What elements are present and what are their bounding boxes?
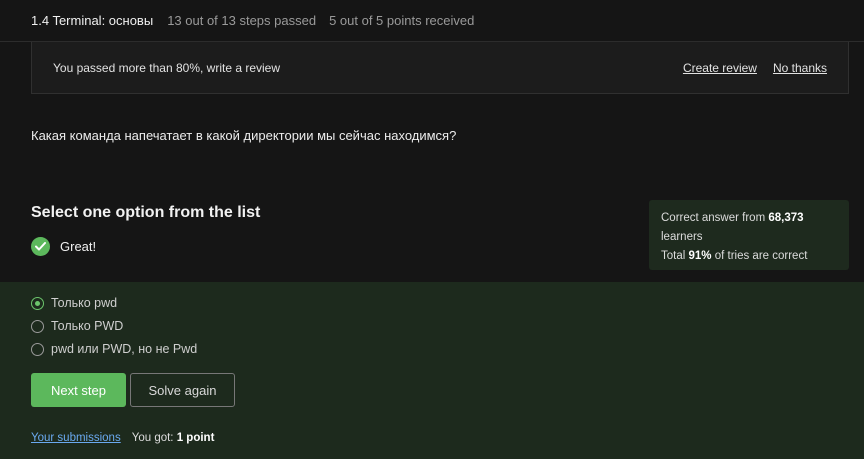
review-message: You passed more than 80%, write a review <box>53 60 281 75</box>
lesson-header: 1.4 Terminal: основы 13 out of 13 steps … <box>0 0 864 42</box>
steps-progress: 13 out of 13 steps passed <box>167 13 317 28</box>
question-text: Какая команда напечатает в какой директо… <box>31 128 457 143</box>
solve-again-button[interactable]: Solve again <box>130 373 235 407</box>
option-label: Только pwd <box>51 296 118 310</box>
review-banner: You passed more than 80%, write a review… <box>31 42 849 94</box>
feedback-text: Great! <box>60 239 97 254</box>
points-progress: 5 out of 5 points received <box>329 13 475 28</box>
lesson-title: 1.4 Terminal: основы <box>31 13 154 28</box>
learners-count: 68,373 <box>768 212 804 224</box>
option-label: Только PWD <box>51 319 124 333</box>
next-step-button[interactable]: Next step <box>31 373 126 407</box>
your-submissions-link[interactable]: Your submissions <box>31 432 121 444</box>
score-value: 1 point <box>176 432 215 444</box>
option-label: pwd или PWD, но не Pwd <box>51 342 198 356</box>
no-thanks-link[interactable]: No thanks <box>773 61 827 75</box>
stats-panel: Correct answer from 68,373 learners Tota… <box>649 200 849 270</box>
radio-icon[interactable] <box>31 319 44 333</box>
stats-learners: Correct answer from 68,373 learners <box>661 212 804 243</box>
option-3[interactable]: pwd или PWD, но не Pwd <box>31 342 197 356</box>
score-text: You got: 1 point <box>131 432 215 444</box>
stats-percent: Total 91% of tries are correct <box>661 250 808 262</box>
select-heading: Select one option from the list <box>31 204 261 221</box>
percent-correct: 91% <box>688 250 712 262</box>
submission-footer: Your submissions You got: 1 point <box>31 432 214 444</box>
check-circle-icon <box>31 237 50 256</box>
option-2[interactable]: Только PWD <box>31 319 123 333</box>
feedback: Great! <box>31 237 96 256</box>
radio-selected-icon[interactable] <box>31 296 44 310</box>
radio-icon[interactable] <box>31 342 44 356</box>
create-review-link[interactable]: Create review <box>683 61 757 75</box>
option-1[interactable]: Только pwd <box>31 296 117 310</box>
